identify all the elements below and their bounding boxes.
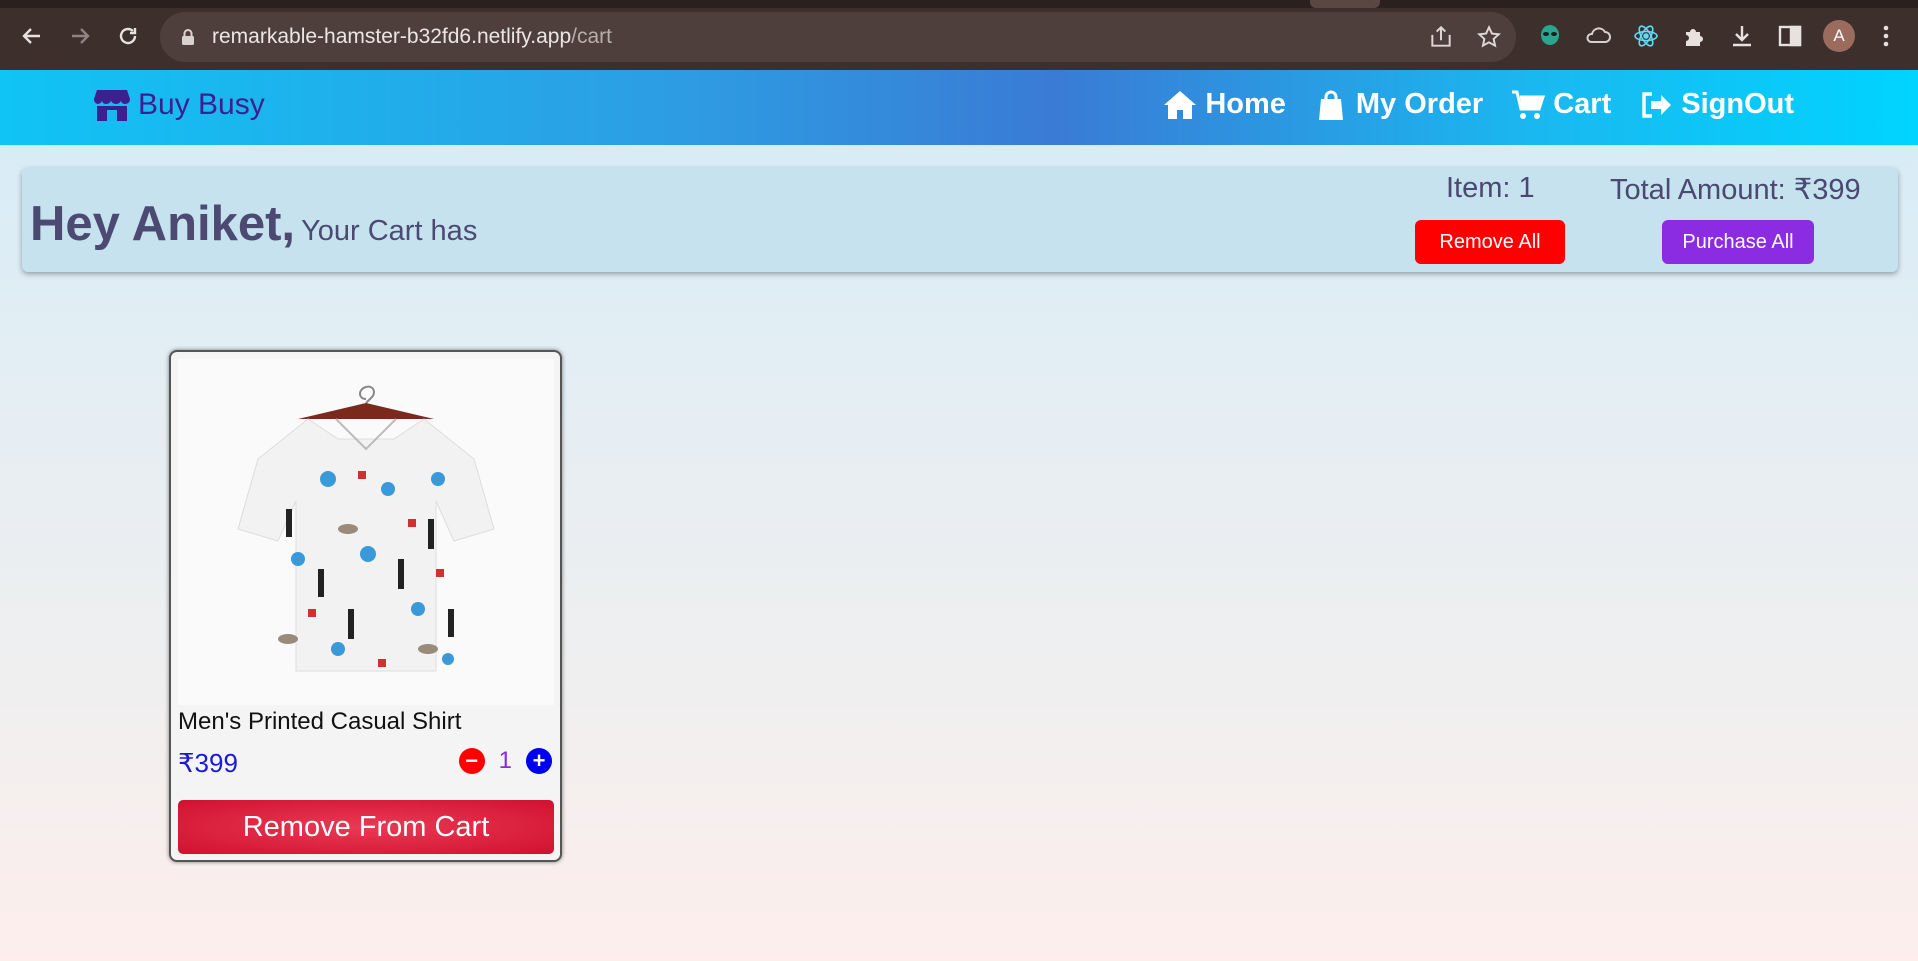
kebab-menu-icon[interactable] [1872,22,1900,50]
extensions-puzzle-icon[interactable] [1680,22,1708,50]
brand-name: Buy Busy [138,88,265,121]
nav-cart-label: Cart [1553,88,1612,120]
cart-icon [1512,90,1546,119]
nav-home-label: Home [1205,88,1286,120]
minus-icon: − [465,748,479,773]
reload-button[interactable] [110,18,146,54]
address-bar[interactable]: remarkable-hamster-b32fd6.netlify.app/ca… [160,12,1516,62]
url-path: /cart [571,25,612,48]
back-button[interactable] [14,18,50,54]
store-icon [94,90,130,121]
product-price: ₹399 [178,748,238,778]
nav-home[interactable]: Home [1163,88,1286,121]
nav-signout-label: SignOut [1681,88,1794,120]
sign-out-icon [1642,91,1672,118]
url-host: remarkable-hamster-b32fd6.netlify.app [212,25,572,48]
extension-cloud-icon[interactable] [1584,22,1612,50]
arrow-left-icon [22,28,40,44]
brand-link[interactable]: Buy Busy [94,88,265,122]
quantity-stepper: − 1 + [458,747,552,775]
url-text: remarkable-hamster-b32fd6.netlify.app/ca… [212,25,612,49]
purchase-all-button[interactable]: Purchase All [1662,220,1814,264]
navbar: Buy Busy Home My Order Cart SignOut [0,70,1918,145]
lock-icon [182,29,194,45]
plus-icon: + [532,748,546,773]
greeting-subtitle: Your Cart has [301,215,478,247]
remove-from-cart-button[interactable]: Remove From Cart [178,800,554,854]
cart-summary: Hey Aniket, Your Cart has Item: 1 Total A… [22,168,1898,272]
cart-item-card: Men's Printed Casual Shirt ₹399 − 1 + Re… [169,350,562,862]
nav-links: Home My Order Cart SignOut [1163,88,1794,121]
extension-alien-icon[interactable] [1536,22,1564,50]
home-icon [1164,90,1197,119]
download-icon[interactable] [1728,22,1756,50]
greeting: Hey Aniket, Your Cart has [30,196,477,252]
nav-my-order[interactable]: My Order [1314,88,1483,121]
profile-avatar[interactable]: A [1823,20,1855,52]
nav-cart[interactable]: Cart [1511,88,1611,121]
tab-strip [0,0,1918,8]
greeting-name: Hey Aniket, [30,197,296,251]
extension-react-icon[interactable] [1632,22,1660,50]
share-icon[interactable] [1428,24,1454,50]
star-icon[interactable] [1476,24,1502,50]
reload-icon [119,27,137,45]
item-count: Item: 1 [1446,172,1535,204]
product-title: Men's Printed Casual Shirt [178,708,462,735]
total-amount: Total Amount: ₹399 [1610,174,1861,206]
remove-all-button[interactable]: Remove All [1415,220,1565,264]
shopping-bag-icon [1318,90,1343,120]
nav-my-order-label: My Order [1355,88,1484,120]
page-body: Buy Busy Home My Order Cart SignOut Hey … [0,70,1918,961]
decrease-quantity-button[interactable]: − [458,748,485,774]
active-tab-edge [1310,0,1380,8]
side-panel-icon[interactable] [1776,22,1804,50]
arrow-right-icon [72,28,90,44]
nav-signout[interactable]: SignOut [1639,88,1794,121]
browser-toolbar: remarkable-hamster-b32fd6.netlify.app/ca… [0,0,1918,70]
quantity-value: 1 [498,747,512,774]
increase-quantity-button[interactable]: + [526,748,552,774]
product-image [178,359,554,705]
forward-button[interactable] [62,18,98,54]
